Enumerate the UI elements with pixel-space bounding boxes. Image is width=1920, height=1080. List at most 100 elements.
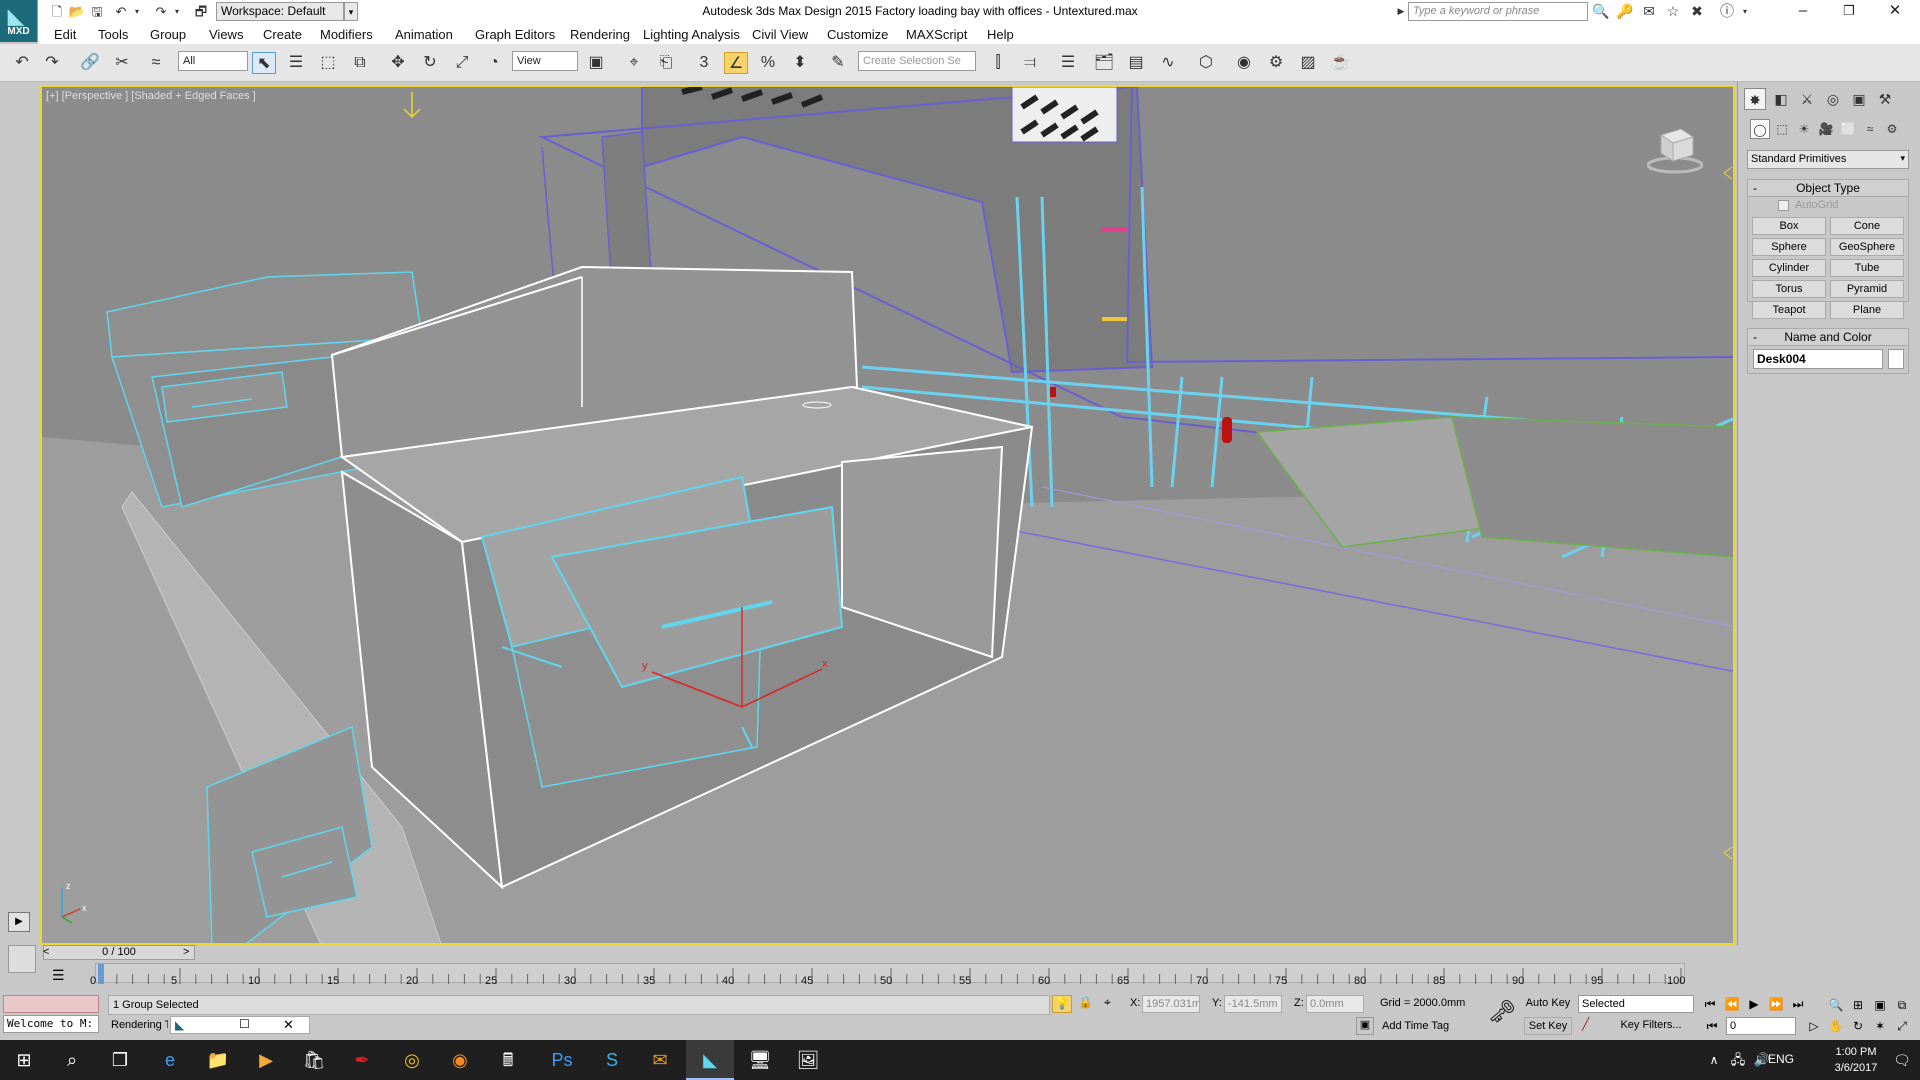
- render-production-icon[interactable]: ☕: [1328, 52, 1352, 74]
- set-key-button[interactable]: Set Key: [1524, 1017, 1572, 1035]
- key-filters-button[interactable]: Key Filters...: [1610, 1017, 1692, 1035]
- photos-icon[interactable]: 🖼: [784, 1040, 832, 1080]
- hierarchy-panel-tab-icon[interactable]: ⚔: [1796, 88, 1818, 110]
- mini-listener-icon[interactable]: [8, 945, 36, 973]
- clock[interactable]: 1:00 PM 3/6/2017: [1826, 1044, 1886, 1076]
- rendered-frame-window-icon[interactable]: ▨: [1296, 52, 1320, 74]
- restore-button[interactable]: ❐: [1826, 0, 1872, 24]
- menu-help[interactable]: Help: [987, 27, 1014, 42]
- menu-modifiers[interactable]: Modifiers: [320, 27, 373, 42]
- box-button[interactable]: Box: [1752, 217, 1826, 235]
- auto-key-button[interactable]: Auto Key: [1524, 995, 1572, 1013]
- firefox-icon[interactable]: ◉: [436, 1040, 484, 1080]
- photoshop-icon[interactable]: Ps: [538, 1040, 586, 1080]
- walk-through-icon[interactable]: ✶: [1870, 1017, 1890, 1035]
- object-name-input[interactable]: Desk004: [1753, 349, 1883, 369]
- menu-maxscript[interactable]: MAXScript: [906, 27, 967, 42]
- primitive-category-select[interactable]: Standard Primitives ▾: [1747, 150, 1909, 169]
- name-and-color-header[interactable]: - Name and Color: [1748, 329, 1908, 346]
- menu-lighting-analysis[interactable]: Lighting Analysis: [643, 27, 740, 42]
- material-editor-icon[interactable]: ◉: [1232, 52, 1256, 74]
- add-time-tag-button[interactable]: Add Time Tag: [1382, 1020, 1449, 1032]
- maxscript-listener-input[interactable]: Welcome to M:: [3, 1015, 99, 1033]
- menu-edit[interactable]: Edit: [54, 27, 76, 42]
- menu-animation[interactable]: Animation: [395, 27, 453, 42]
- helpers-category-icon[interactable]: ⬜: [1838, 119, 1858, 139]
- time-slider[interactable]: 0 / 100: [43, 945, 195, 960]
- infocenter-search-input[interactable]: Type a keyword or phrase: [1408, 2, 1588, 21]
- graphite-modeling-tools-icon[interactable]: ▤: [1124, 52, 1148, 74]
- help-icon[interactable]: ⓘ: [1718, 3, 1736, 20]
- project-folder-icon[interactable]: 🗗: [192, 3, 210, 20]
- geosphere-button[interactable]: GeoSphere: [1830, 238, 1904, 256]
- cylinder-button[interactable]: Cylinder: [1752, 259, 1826, 277]
- thumb-close-icon[interactable]: ✕: [283, 1017, 294, 1033]
- absolute-mode-transform-icon[interactable]: ⌖: [1104, 995, 1111, 1010]
- toggle-layer-explorer-icon[interactable]: 🗂: [1092, 52, 1116, 74]
- binoculars-search-icon[interactable]: 🔍: [1592, 3, 1610, 20]
- reference-coordinate-select[interactable]: View: [512, 51, 578, 71]
- orbit-icon[interactable]: ↻: [1848, 1017, 1868, 1035]
- input-language[interactable]: ENG: [1768, 1052, 1794, 1066]
- redo-icon[interactable]: ↷: [40, 52, 64, 74]
- 3dsmax-taskbar-icon[interactable]: ◣: [686, 1040, 734, 1080]
- select-object-icon[interactable]: ⬉: [252, 52, 276, 74]
- current-frame-marker[interactable]: [98, 964, 104, 984]
- menu-civil-view[interactable]: Civil View: [752, 27, 808, 42]
- cameras-category-icon[interactable]: 🎥: [1816, 119, 1836, 139]
- workspace-dropdown-icon[interactable]: ▾: [344, 2, 358, 21]
- subscription-key-icon[interactable]: 🔑: [1616, 3, 1634, 20]
- curve-editor-icon[interactable]: ∿: [1156, 52, 1180, 74]
- select-by-name-icon[interactable]: ☰: [284, 52, 308, 74]
- exchange-apps-icon[interactable]: ✖: [1688, 3, 1706, 20]
- render-setup-icon[interactable]: ⚙: [1264, 52, 1288, 74]
- play-icon[interactable]: ▶: [1744, 996, 1764, 1012]
- acrobat-icon[interactable]: ✒: [338, 1040, 386, 1080]
- window-crossing-icon[interactable]: ⧉: [348, 52, 372, 74]
- zoom-icon[interactable]: 🔍: [1826, 996, 1846, 1014]
- autogrid-checkbox[interactable]: AutoGrid: [1778, 199, 1838, 211]
- zoom-all-icon[interactable]: ⊞: [1848, 996, 1868, 1014]
- y-coord-input[interactable]: -141.5mm: [1224, 995, 1282, 1013]
- menu-tools[interactable]: Tools: [98, 27, 128, 42]
- shapes-category-icon[interactable]: ⬚: [1772, 119, 1792, 139]
- open-file-icon[interactable]: 📂: [68, 3, 86, 20]
- torus-button[interactable]: Torus: [1752, 280, 1826, 298]
- rectangular-selection-region-icon[interactable]: ⬚: [316, 52, 340, 74]
- chrome-icon[interactable]: ◎: [388, 1040, 436, 1080]
- snaps-toggle-icon[interactable]: 3: [692, 52, 716, 74]
- named-selection-sets-select[interactable]: Create Selection Se: [858, 51, 976, 71]
- menu-rendering[interactable]: Rendering: [570, 27, 630, 42]
- edge-browser-icon[interactable]: e: [146, 1040, 194, 1080]
- new-file-icon[interactable]: 🗋: [48, 3, 66, 20]
- pyramid-button[interactable]: Pyramid: [1830, 280, 1904, 298]
- motion-panel-tab-icon[interactable]: ◎: [1822, 88, 1844, 110]
- tube-button[interactable]: Tube: [1830, 259, 1904, 277]
- angle-snap-toggle-icon[interactable]: ∠: [724, 52, 748, 74]
- key-mode-toggle-icon[interactable]: ⏮: [1702, 1018, 1722, 1034]
- viewport-label-menu[interactable]: [+] [Perspective ] [Shaded + Edged Faces…: [46, 90, 256, 102]
- space-warps-category-icon[interactable]: ≈: [1860, 119, 1880, 139]
- pan-view-icon[interactable]: ✋: [1826, 1017, 1846, 1035]
- calculator-icon[interactable]: 🖩: [484, 1040, 532, 1080]
- field-of-view-icon[interactable]: ▷: [1804, 1017, 1824, 1035]
- task-view-icon[interactable]: ❐: [96, 1040, 144, 1080]
- open-mini-curve-editor-icon[interactable]: ☰: [52, 967, 65, 984]
- time-slider-next-icon[interactable]: >: [183, 946, 189, 958]
- go-to-end-icon[interactable]: ⏭: [1788, 996, 1808, 1012]
- key-mode-select[interactable]: Selected: [1578, 995, 1694, 1013]
- lights-category-icon[interactable]: ☀: [1794, 119, 1814, 139]
- communication-center-icon[interactable]: ✉: [1640, 3, 1658, 20]
- edit-named-selection-sets-icon[interactable]: ✎: [826, 52, 850, 74]
- select-and-move-icon[interactable]: ✥: [386, 52, 410, 74]
- remote-desktop-icon[interactable]: 🖥: [736, 1040, 784, 1080]
- isolate-selection-icon[interactable]: 💡: [1052, 995, 1072, 1013]
- menu-graph-editors[interactable]: Graph Editors: [475, 27, 555, 42]
- menu-group[interactable]: Group: [150, 27, 186, 42]
- menu-views[interactable]: Views: [209, 27, 243, 42]
- select-and-rotate-icon[interactable]: ↻: [418, 52, 442, 74]
- time-tag-icon[interactable]: ▣: [1356, 1017, 1374, 1035]
- show-viewport-layout-tab-icon[interactable]: ▶: [8, 912, 30, 932]
- action-center-icon[interactable]: 🗨: [1878, 1040, 1920, 1080]
- store-icon[interactable]: 🛍: [290, 1040, 338, 1080]
